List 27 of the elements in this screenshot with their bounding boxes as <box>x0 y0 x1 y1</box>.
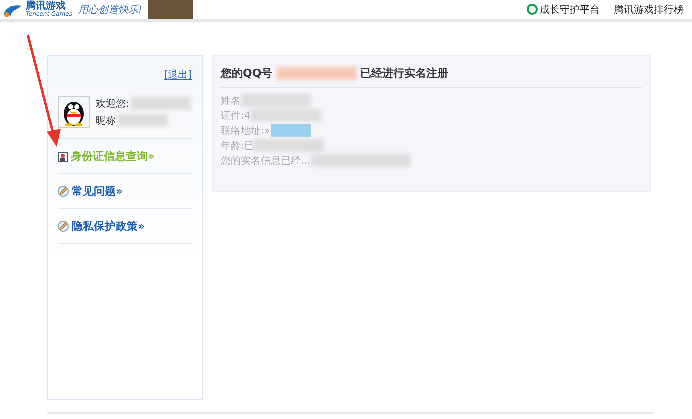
logo-title: 腾讯游戏 <box>26 2 67 12</box>
info-line: 证件:4 <box>221 110 251 122</box>
header-link[interactable]: 成长守护平台 <box>540 2 600 16</box>
info-line: 您的实名信息已经... <box>221 154 311 168</box>
pencil-icon <box>58 186 69 197</box>
redacted-block <box>250 109 321 122</box>
sidebar-link[interactable]: 隐私保护政策» <box>58 209 192 244</box>
penguin-avatar-icon <box>58 96 90 128</box>
pencil-icon <box>58 221 69 232</box>
header-link[interactable]: 腾讯游戏排行榜 <box>614 2 684 16</box>
title-text: 您的QQ号 <box>221 66 273 81</box>
nickname-label: 昵称 <box>96 114 116 128</box>
info-line: 联络地址:» <box>221 124 270 138</box>
welcome-label: 欢迎您: <box>96 98 130 110</box>
redacted-block <box>241 94 311 107</box>
redacted-block <box>118 114 168 127</box>
redacted-block <box>254 139 324 152</box>
title-text: 已经进行实名注册 <box>360 66 449 81</box>
id-card-icon <box>58 152 68 162</box>
info-line: 年龄:已 <box>221 140 254 152</box>
slogan-text: 用心创造快乐! <box>78 4 142 16</box>
redacted-block <box>131 97 192 110</box>
info-line: 姓名 <box>221 94 241 108</box>
redacted-block <box>270 124 310 137</box>
logout-link[interactable]: [退出] <box>164 68 192 82</box>
ring-icon <box>527 4 538 15</box>
sidebar-link[interactable]: 常见问题» <box>58 174 192 209</box>
